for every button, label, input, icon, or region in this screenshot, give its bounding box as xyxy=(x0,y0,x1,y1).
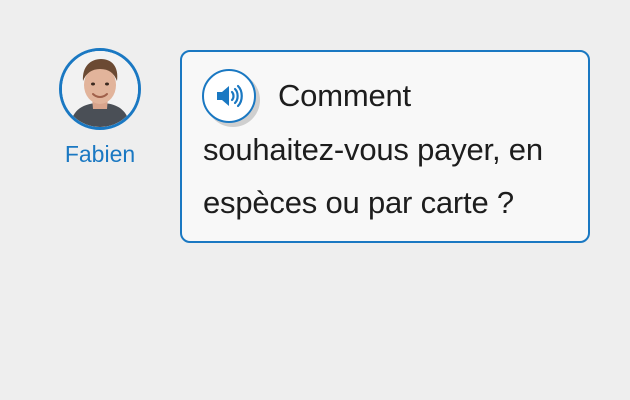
message-line-2: souhaitez-vous payer, en xyxy=(203,132,543,167)
speaker-volume-icon xyxy=(217,84,243,108)
speaker-block: Fabien xyxy=(52,48,148,168)
speech-bubble: Comment souhaitez-vous payer, en espèces… xyxy=(180,50,590,243)
speaker-name: Fabien xyxy=(64,141,136,167)
avatar xyxy=(59,48,141,130)
avatar-portrait xyxy=(62,51,138,127)
play-audio-button[interactable] xyxy=(202,69,256,123)
message-line-1: Comment xyxy=(278,78,411,113)
message-line-3: espèces ou par carte ? xyxy=(203,185,514,220)
